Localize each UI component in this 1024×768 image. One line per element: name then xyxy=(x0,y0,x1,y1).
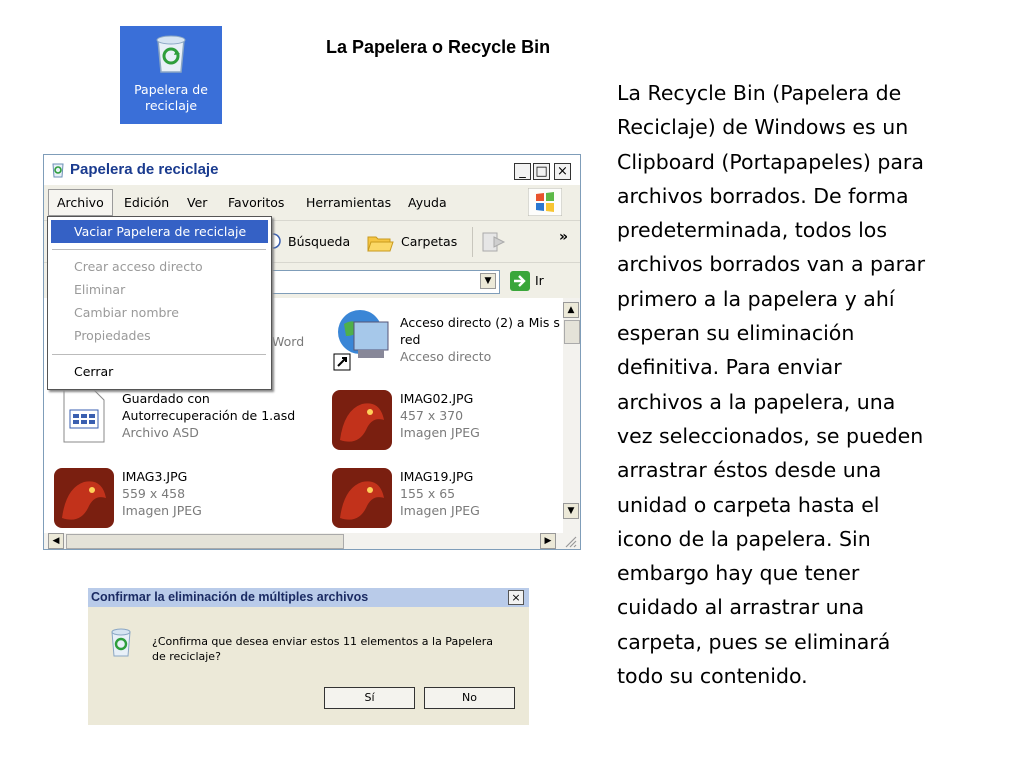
slide-title: La Papelera o Recycle Bin xyxy=(326,37,551,57)
toolbar-separator xyxy=(472,227,473,257)
jpeg-image-icon xyxy=(332,390,392,450)
dialog-message: ¿Confirma que desea enviar estos 11 elem… xyxy=(152,635,494,663)
windows-logo-icon xyxy=(528,188,562,216)
search-toolbar-button[interactable]: Búsqueda xyxy=(266,229,356,255)
jpeg-image-icon xyxy=(332,468,392,528)
file-name: red xyxy=(400,332,421,347)
desktop-icon-label: Papelera de reciclaje xyxy=(134,82,208,113)
window-titlebar[interactable]: Papelera de reciclaje _ □ × xyxy=(44,155,580,185)
recycle-bin-icon xyxy=(156,35,186,73)
partial-file-label: Word xyxy=(272,334,305,349)
file-type: Imagen JPEG xyxy=(122,503,202,518)
menu-herramientas[interactable]: Herramientas xyxy=(306,195,391,210)
file-item[interactable]: IMAG3.JPG 559 x 458 Imagen JPEG xyxy=(54,464,294,534)
file-name: IMAG19.JPG xyxy=(400,469,474,484)
jpeg-image-icon xyxy=(54,468,114,528)
scroll-left-button[interactable]: ◀ xyxy=(48,533,64,549)
file-name: Guardado con xyxy=(122,391,210,406)
toolbar-overflow-chevron[interactable]: » xyxy=(559,229,568,245)
file-item[interactable]: IMAG19.JPG 155 x 65 Imagen JPEG xyxy=(332,464,562,534)
folders-toolbar-button[interactable]: Carpetas xyxy=(366,229,461,255)
dialog-title: Confirmar la eliminación de múltiples ar… xyxy=(91,590,369,604)
scroll-thumb[interactable] xyxy=(564,320,580,344)
minimize-button[interactable]: _ xyxy=(514,163,531,180)
file-type: Imagen JPEG xyxy=(400,503,480,518)
menu-item-eliminar[interactable]: Eliminar xyxy=(74,282,125,297)
file-type: Archivo ASD xyxy=(122,425,199,440)
file-type: Acceso directo xyxy=(400,349,492,364)
go-button[interactable]: Ir xyxy=(510,270,570,292)
menu-ayuda[interactable]: Ayuda xyxy=(408,195,447,210)
desktop-recycle-bin-shortcut[interactable]: Papelera de reciclaje xyxy=(120,26,222,124)
menu-item-cambiar-nombre[interactable]: Cambiar nombre xyxy=(74,305,179,320)
folder-icon xyxy=(367,236,394,252)
menu-bar: Archivo Edición Ver Favoritos Herramient… xyxy=(44,185,580,220)
menu-item-cerrar[interactable]: Cerrar xyxy=(74,364,113,379)
menu-separator xyxy=(52,249,266,250)
document-file-icon xyxy=(63,387,105,443)
file-type: Imagen JPEG xyxy=(400,425,480,440)
menu-favoritos[interactable]: Favoritos xyxy=(228,195,284,210)
close-button[interactable]: × xyxy=(554,163,571,180)
menu-item-crear-acceso-directo[interactable]: Crear acceso directo xyxy=(74,259,203,274)
scroll-thumb[interactable] xyxy=(66,534,344,549)
file-item[interactable]: IMAG02.JPG 457 x 370 Imagen JPEG xyxy=(332,386,562,456)
file-name: Acceso directo (2) a Mis s xyxy=(400,315,560,330)
file-dimensions: 155 x 65 xyxy=(400,486,456,501)
recycle-bin-icon xyxy=(52,163,64,178)
scroll-right-button[interactable]: ▶ xyxy=(540,533,556,549)
file-item[interactable]: Acceso directo (2) a Mis s red Acceso di… xyxy=(330,308,563,378)
slide-body-text: La Recycle Bin (Papelera de Reciclaje) d… xyxy=(617,81,926,689)
menu-item-propiedades[interactable]: Propiedades xyxy=(74,328,151,343)
no-button[interactable]: No xyxy=(424,687,515,709)
address-dropdown-button[interactable]: ▼ xyxy=(480,273,496,289)
window-title: Papelera de reciclaje xyxy=(70,161,219,178)
file-name: IMAG02.JPG xyxy=(400,391,474,406)
resize-grip-icon[interactable] xyxy=(563,534,577,548)
horizontal-scrollbar[interactable]: ◀ ▶ xyxy=(44,533,580,549)
menu-edicion[interactable]: Edición xyxy=(124,195,169,210)
menu-item-vaciar-papelera[interactable]: Vaciar Papelera de reciclaje xyxy=(51,220,268,243)
maximize-button[interactable]: □ xyxy=(533,163,550,180)
go-arrow-icon xyxy=(510,271,530,291)
file-dimensions: 457 x 370 xyxy=(400,408,464,423)
confirm-delete-dialog: Confirmar la eliminación de múltiples ar… xyxy=(88,588,529,725)
file-item[interactable]: Guardado con Autorrecuperación de 1.asd … xyxy=(54,386,324,456)
scroll-down-button[interactable]: ▼ xyxy=(563,503,579,519)
network-shortcut-icon xyxy=(333,310,389,371)
scroll-up-button[interactable]: ▲ xyxy=(563,302,579,318)
file-name: Autorrecuperación de 1.asd xyxy=(122,408,296,423)
views-icon[interactable] xyxy=(480,229,508,255)
dialog-close-button[interactable]: × xyxy=(508,590,524,605)
dialog-titlebar[interactable]: Confirmar la eliminación de múltiples ar… xyxy=(88,588,529,607)
menu-archivo[interactable]: Archivo xyxy=(48,189,113,216)
yes-button[interactable]: Sí xyxy=(324,687,415,709)
menu-separator xyxy=(52,354,266,355)
file-dimensions: 559 x 458 xyxy=(122,486,186,501)
menu-ver[interactable]: Ver xyxy=(187,195,207,210)
recycle-bin-icon xyxy=(111,628,131,657)
vertical-scrollbar[interactable]: ▲ ▼ xyxy=(563,298,580,533)
archivo-dropdown-menu: Vaciar Papelera de reciclaje Crear acces… xyxy=(47,216,272,390)
file-name: IMAG3.JPG xyxy=(122,469,188,484)
